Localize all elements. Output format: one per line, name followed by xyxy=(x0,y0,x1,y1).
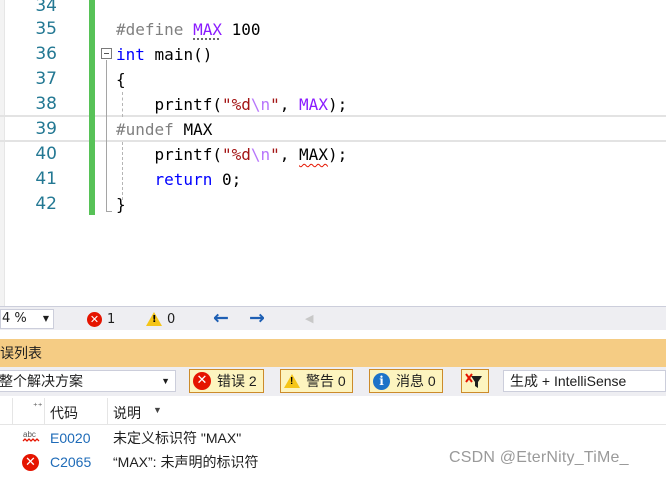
code-text: return 0; xyxy=(154,170,242,189)
chevron-down-icon: ▼ xyxy=(42,314,49,323)
code-line-39-current[interactable]: 39 #undef MAX xyxy=(0,115,666,142)
zoom-value: 4 % xyxy=(2,311,27,326)
fold-guide-end xyxy=(106,211,112,212)
error-description: 未定义标识符 "MAX" xyxy=(113,430,242,446)
line-number: 40 xyxy=(35,144,57,164)
messages-filter-button[interactable]: i 消息 0 xyxy=(369,369,443,393)
error-squiggle: MAX xyxy=(299,145,328,164)
zoom-dropdown[interactable]: 4 % ▼ xyxy=(0,309,54,329)
error-count-indicator[interactable]: ✕ 1 xyxy=(87,310,115,328)
code-line-35[interactable]: 35 #define MAX 100 xyxy=(0,17,666,42)
sort-chevron-down-icon[interactable]: ▼ xyxy=(153,405,162,415)
code-text: printf("%d\n", MAX); xyxy=(154,145,348,164)
filter-funnel-button[interactable] xyxy=(461,369,489,393)
warning-icon xyxy=(146,312,162,326)
error-description: “MAX”: 未声明的标识符 xyxy=(113,454,259,470)
code-text: #define MAX 100 xyxy=(116,20,261,39)
line-number: 41 xyxy=(35,169,57,189)
code-text: } xyxy=(116,195,126,214)
error-code-link[interactable]: E0020 xyxy=(50,426,90,450)
indent-guide xyxy=(122,142,123,200)
error-code-link[interactable]: C2065 xyxy=(50,450,91,474)
macro-name: MAX xyxy=(193,20,222,39)
error-icon: ✕ xyxy=(87,311,102,327)
code-text: { xyxy=(116,70,126,89)
line-number: 42 xyxy=(35,194,57,214)
error-icon: ✕ xyxy=(22,454,39,471)
line-number: 36 xyxy=(35,44,57,64)
navigate-back-button[interactable]: ← xyxy=(213,307,229,329)
indent-guide xyxy=(122,92,123,117)
error-list-column-header: ⁺⁺ 代码 说明 ▼ xyxy=(0,398,666,425)
error-count: 1 xyxy=(107,311,116,327)
error-list-row[interactable]: abc E0020 未定义标识符 "MAX" xyxy=(0,426,666,450)
change-tracking-bar xyxy=(89,0,95,215)
panel-title: 误列表 xyxy=(0,345,42,361)
watermark-text: CSDN @EterNity_TiMe_ xyxy=(449,449,629,466)
code-line-41[interactable]: 41 return 0; xyxy=(0,167,666,192)
code-text: printf("%d\n", MAX); xyxy=(154,95,348,114)
error-list-title-bar[interactable]: 误列表 xyxy=(0,339,666,367)
chevron-down-icon: ▼ xyxy=(161,376,170,386)
line-number: 37 xyxy=(35,69,57,89)
errors-filter-button[interactable]: ✕ 错误 2 xyxy=(189,369,264,393)
collapse-toggle-icon[interactable] xyxy=(101,48,112,59)
svg-text:abc: abc xyxy=(23,430,36,439)
messages-filter-label: 消息 0 xyxy=(396,373,436,389)
warning-count-indicator[interactable]: 0 xyxy=(146,310,175,328)
info-icon: i xyxy=(373,372,390,390)
error-icon: ✕ xyxy=(193,372,211,390)
column-options-icon[interactable]: ⁺⁺ xyxy=(33,401,43,412)
scope-value: 整个解决方案 xyxy=(0,373,83,389)
code-line-36[interactable]: 36 int main() xyxy=(0,42,666,67)
error-list-toolbar: 整个解决方案 ▼ ✕ 错误 2 警告 0 i 消息 0 生成 + Intelli… xyxy=(0,367,666,396)
code-text: #undef MAX xyxy=(116,120,213,139)
fold-guide-line xyxy=(106,60,107,211)
warning-count: 0 xyxy=(167,311,176,327)
spelling-abc-icon: abc xyxy=(22,430,40,442)
code-line-38[interactable]: 38 printf("%d\n", MAX); xyxy=(0,92,666,117)
code-text: int main() xyxy=(116,45,213,64)
warnings-filter-label: 警告 0 xyxy=(306,373,346,389)
scroll-left-icon[interactable]: ◀ xyxy=(305,307,313,331)
navigate-forward-button[interactable]: → xyxy=(249,307,265,329)
column-header-code[interactable]: 代码 xyxy=(50,403,78,423)
warning-icon xyxy=(284,374,300,388)
build-source-dropdown[interactable]: 生成 + IntelliSense xyxy=(503,370,666,392)
code-line-37[interactable]: 37 { xyxy=(0,67,666,92)
editor-status-strip: 4 % ▼ ✕ 1 0 ← → ◀ xyxy=(0,306,666,330)
funnel-icon xyxy=(465,373,482,388)
line-number: 38 xyxy=(35,94,57,114)
column-header-description[interactable]: 说明 xyxy=(113,403,141,423)
scope-dropdown[interactable]: 整个解决方案 ▼ xyxy=(0,370,176,392)
code-line-42[interactable]: 42 } xyxy=(0,192,666,217)
errors-filter-label: 错误 2 xyxy=(217,373,257,389)
warnings-filter-button[interactable]: 警告 0 xyxy=(280,369,353,393)
build-source-value: 生成 + IntelliSense xyxy=(510,373,627,389)
code-editor[interactable]: 34 35 #define MAX 100 36 int main() 37 {… xyxy=(0,0,666,306)
line-number: 35 xyxy=(35,19,57,39)
code-line-40[interactable]: 40 printf("%d\n", MAX); xyxy=(0,142,666,167)
line-number: 39 xyxy=(35,119,57,139)
